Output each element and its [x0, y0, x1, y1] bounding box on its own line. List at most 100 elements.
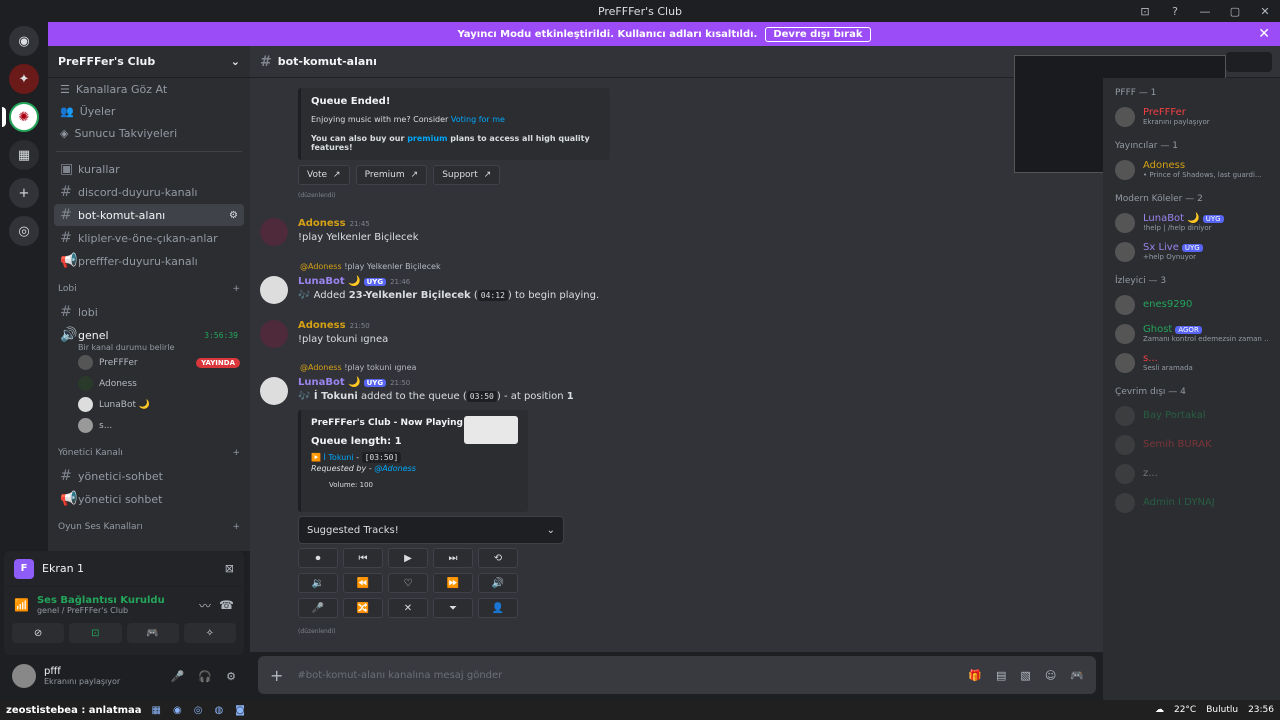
filter-button[interactable]: ⏷	[433, 598, 473, 618]
member-row[interactable]: s... Sesli aramada	[1103, 348, 1280, 377]
message-input[interactable]: #bot-komut-alanı kanalına mesaj gönder	[297, 670, 502, 681]
emoji-icon[interactable]: ☺	[1045, 669, 1056, 682]
channel-discord-duyuru[interactable]: # discord-duyuru-kanalı	[54, 181, 244, 203]
voice-user[interactable]: s...	[48, 415, 250, 436]
avatar[interactable]	[12, 664, 36, 688]
disable-streamer-button[interactable]: Devre dışı bırak	[765, 26, 871, 42]
support-button[interactable]: Support ↗	[433, 165, 501, 185]
start-icon[interactable]: ▦	[152, 705, 161, 716]
volume-down-button[interactable]: 🔉	[298, 573, 338, 593]
connection-title[interactable]: Ses Bağlantısı Kuruldu	[37, 595, 165, 606]
lyrics-button[interactable]: 🎤	[298, 598, 338, 618]
loop-button[interactable]: ⟲	[478, 548, 518, 568]
server-icon[interactable]: ✦	[9, 64, 39, 94]
voice-user[interactable]: LunaBot 🌙	[48, 394, 250, 415]
volume-up-button[interactable]: 🔊	[478, 573, 518, 593]
category-lobi[interactable]: Lobi +	[48, 278, 250, 300]
previous-button[interactable]: ⏮	[343, 548, 383, 568]
avatar[interactable]	[260, 320, 288, 348]
plus-icon[interactable]: +	[270, 666, 283, 685]
microphone-icon[interactable]: 🎤	[171, 670, 185, 683]
voice-status[interactable]: Bir kanal durumu belirle	[48, 343, 250, 352]
chrome-icon[interactable]: ◍	[214, 705, 223, 716]
help-icon[interactable]: ?	[1160, 0, 1190, 22]
disconnect-icon[interactable]: ☎	[219, 598, 234, 612]
premium-button[interactable]: Premium ↗	[355, 165, 428, 185]
add-channel-icon[interactable]: +	[232, 284, 240, 294]
close-banner-icon[interactable]: ✕	[1258, 26, 1270, 42]
record-button[interactable]: ⏺	[298, 548, 338, 568]
channel-yonetici-sohbet[interactable]: # yönetici-sohbet	[54, 465, 244, 487]
home-icon[interactable]: ◉	[9, 26, 39, 56]
discord-icon[interactable]: ◙	[235, 705, 245, 716]
member-row[interactable]: Ghost AGOR Zamanı kontrol edemezsin zaman …	[1103, 319, 1280, 348]
noise-suppression-icon[interactable]: 〰	[199, 597, 211, 614]
screen-share-button[interactable]: ⊡	[69, 623, 122, 643]
headphones-icon[interactable]: 🎧	[198, 670, 212, 683]
discover-icon[interactable]: ◎	[9, 216, 39, 246]
voice-user[interactable]: PreFFFer YAYINDA	[48, 352, 250, 373]
category-oyun[interactable]: Oyun Ses Kanalları +	[48, 516, 250, 538]
avatar[interactable]	[260, 218, 288, 246]
gift-icon[interactable]: 🎁	[968, 669, 982, 682]
search-input[interactable]	[1226, 52, 1272, 72]
member-row[interactable]: enes9290	[1103, 290, 1280, 319]
browse-channels[interactable]: ☰ Kanallara Göz At	[48, 78, 250, 100]
channel-yonetici-sohbet-2[interactable]: 📢 yönetici sohbet	[54, 488, 244, 510]
member-row[interactable]: Semih BURAK	[1103, 430, 1280, 459]
channel-klipler[interactable]: # klipler-ve-öne-çıkan-anlar	[54, 227, 244, 249]
gif-icon[interactable]: ▤	[996, 669, 1006, 682]
server-header[interactable]: PreFFFer's Club ⌄	[48, 46, 250, 78]
server-boosts[interactable]: ◈ Sunucu Takviyeleri	[48, 122, 250, 144]
app-icon[interactable]: ◉	[173, 705, 182, 716]
play-button[interactable]: ▶	[388, 548, 428, 568]
reply-preview[interactable]: @Adoness !play Yelkenler Biçilecek	[300, 262, 441, 271]
avatar[interactable]	[260, 276, 288, 304]
settings-icon[interactable]: ⚙	[229, 210, 238, 221]
member-row[interactable]: Bay Portakal	[1103, 401, 1280, 430]
maximize-button[interactable]: ▢	[1220, 0, 1250, 22]
screen-share-row[interactable]: F Ekran 1 ⊠	[4, 551, 244, 587]
soundboard-button[interactable]: ✧	[183, 623, 236, 643]
avatar[interactable]	[260, 377, 288, 405]
category-yonetici[interactable]: Yönetici Kanalı +	[48, 442, 250, 464]
stop-stream-icon[interactable]: ⊠	[225, 562, 234, 575]
server-folder-icon[interactable]: ▦	[9, 140, 39, 170]
members-link[interactable]: 👥 Üyeler	[48, 100, 250, 122]
gear-icon[interactable]: ⚙	[226, 670, 236, 683]
add-channel-icon[interactable]: +	[232, 448, 240, 458]
suggested-tracks-select[interactable]: Suggested Tracks! ⌄	[298, 516, 564, 544]
member-row[interactable]: PreFFFer Ekranını paylaşıyor	[1103, 102, 1280, 131]
channel-kurallar[interactable]: ▣ kurallar	[54, 158, 244, 180]
member-row[interactable]: Adoness • Prince of Shadows, last guardi.…	[1103, 155, 1280, 184]
member-row[interactable]: Admin I DYNAJ	[1103, 488, 1280, 517]
add-server-icon[interactable]: +	[9, 178, 39, 208]
premium-link[interactable]: premium	[407, 134, 447, 143]
member-row[interactable]: LunaBot 🌙 UYG !help | /help diniyor	[1103, 208, 1280, 237]
active-server-icon[interactable]: ✺	[2, 102, 39, 132]
forward-button[interactable]: ⏩	[433, 573, 473, 593]
apps-icon[interactable]: 🎮	[1070, 669, 1084, 682]
next-button[interactable]: ⏭	[433, 548, 473, 568]
minimize-button[interactable]: —	[1190, 0, 1220, 22]
app-icon[interactable]: ◎	[194, 705, 203, 716]
connection-sub[interactable]: genel / PreFFFer's Club	[37, 606, 165, 615]
close-window-button[interactable]: ✕	[1250, 0, 1280, 22]
channel-prefffer-duyuru[interactable]: 📢 prefffer-duyuru-kanalı	[54, 250, 244, 272]
shuffle-button[interactable]: 🔀	[343, 598, 383, 618]
vote-button[interactable]: Vote ↗	[298, 165, 350, 185]
add-channel-icon[interactable]: +	[232, 522, 240, 532]
rewind-button[interactable]: ⏪	[343, 573, 383, 593]
sticker-icon[interactable]: ▧	[1020, 669, 1030, 682]
channel-bot-komut[interactable]: # bot-komut-alanı ⚙	[54, 204, 244, 226]
camera-off-button[interactable]: ⊘	[12, 623, 65, 643]
vote-link[interactable]: Voting for me	[451, 115, 505, 124]
reply-preview[interactable]: @Adoness !play tokuni ıgnea	[300, 363, 416, 372]
voice-user[interactable]: Adoness	[48, 373, 250, 394]
stop-button[interactable]: ✕	[388, 598, 428, 618]
member-row[interactable]: Sx Live UYG +help Oynuyor	[1103, 237, 1280, 266]
inbox-icon[interactable]: ⊡	[1130, 0, 1160, 22]
activities-button[interactable]: 🎮	[126, 623, 179, 643]
like-button[interactable]: ♡	[388, 573, 428, 593]
member-row[interactable]: z...	[1103, 459, 1280, 488]
